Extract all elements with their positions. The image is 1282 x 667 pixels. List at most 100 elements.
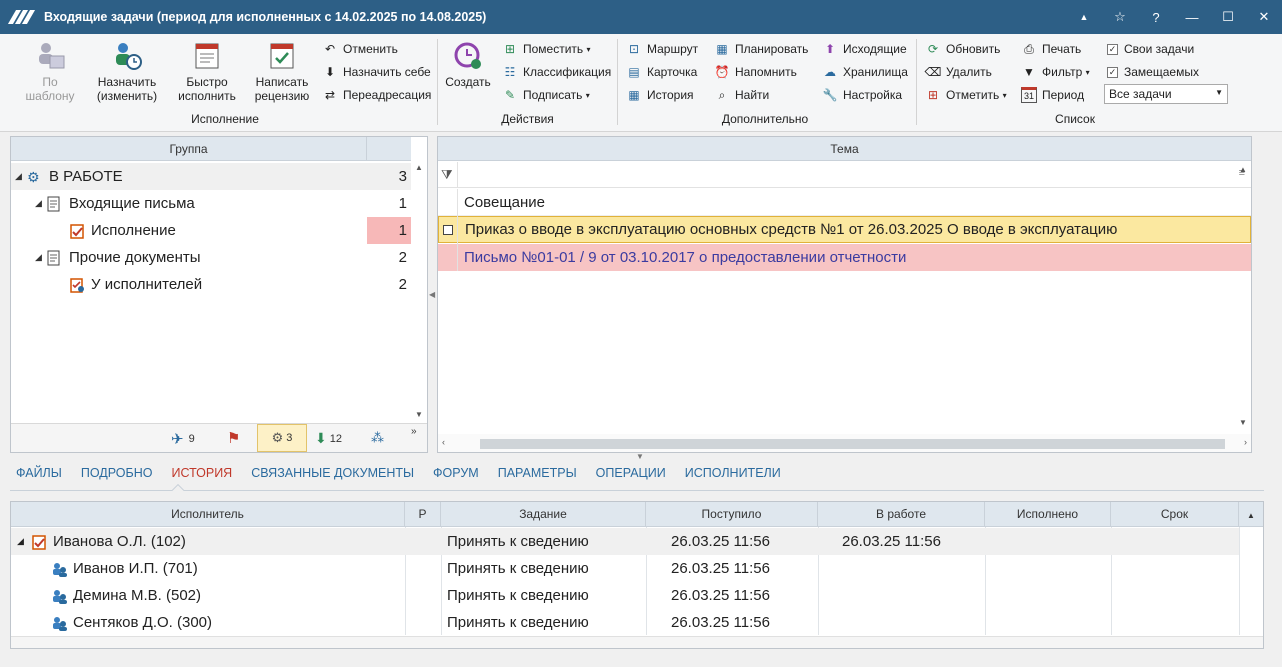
downloads-counter[interactable]: ⬇ 12 (315, 430, 342, 447)
refresh-icon: ⟳ (927, 42, 939, 56)
sign-button[interactable]: ✎ Подписать ▾ (502, 85, 590, 105)
column-header-done[interactable]: Исполнено (985, 502, 1111, 527)
undo-icon: ↶ (324, 42, 336, 56)
card-button[interactable]: ▤ Карточка (626, 62, 697, 82)
history-button[interactable]: ▦ История (626, 85, 693, 105)
collapse-ribbon-button[interactable]: ▲ (1066, 0, 1102, 34)
refresh-button[interactable]: ⟳ Обновить (925, 39, 1000, 59)
scroll-thumb[interactable] (480, 439, 1225, 449)
substituted-checkbox[interactable]: ✓ Замещаемых (1107, 62, 1199, 82)
chevron-up-icon: ▲ (415, 163, 423, 172)
place-button[interactable]: ⊞ Поместить ▾ (502, 39, 591, 59)
app-logo-icon (7, 7, 36, 27)
tab-parameters[interactable]: ПАРАМЕТРЫ (492, 464, 577, 488)
flag-button[interactable]: ⚑ (227, 429, 240, 447)
splitter-arrow-icon[interactable]: ▼ (636, 452, 644, 461)
tab-related-documents[interactable]: СВЯЗАННЫЕ ДОКУМЕНТЫ (245, 464, 414, 488)
column-header-received[interactable]: Поступило (646, 502, 818, 527)
tab-forum[interactable]: ФОРУМ (427, 464, 479, 488)
horizontal-scrollbar[interactable] (11, 636, 1263, 648)
group-column-header[interactable]: Группа (11, 137, 367, 161)
quick-execute-button[interactable]: Быстро исполнить (170, 40, 244, 103)
task-filter-select[interactable]: Все задачи ▼ (1104, 84, 1228, 104)
tree-item-execution[interactable]: Исполнение 1 (11, 217, 411, 244)
filter-row: ⧩ ≡ (438, 162, 1251, 188)
cancel-button[interactable]: ↶ Отменить (322, 39, 398, 59)
redirect-button[interactable]: ⇄ Переадресация (322, 85, 431, 105)
filter-icon[interactable]: ⧩ (441, 167, 453, 183)
favorite-icon[interactable]: ☆ (1102, 0, 1138, 34)
delete-button[interactable]: ⌫ Удалить (925, 62, 992, 82)
tab-operations[interactable]: ОПЕРАЦИИ (590, 464, 666, 488)
task-row[interactable]: Письмо №01-01 / 9 от 03.10.2017 о предос… (438, 244, 1251, 271)
minimize-button[interactable]: — (1174, 0, 1210, 34)
flights-counter[interactable]: ✈ 9 (171, 430, 195, 448)
horizontal-scrollbar[interactable]: ‹ › (438, 434, 1251, 452)
overflow-button[interactable]: » (411, 426, 417, 437)
table-row[interactable] (11, 528, 1239, 555)
task-row[interactable]: Совещание (438, 189, 1251, 216)
tree-expand-icon[interactable]: ◢ (17, 528, 24, 555)
own-tasks-checkbox[interactable]: ✓ Свои задачи (1107, 39, 1194, 59)
checkbox-checked-icon: ✓ (1107, 43, 1118, 55)
group-label-execution: Исполнение (191, 112, 259, 126)
settings-button[interactable]: 🔧 Настройка (822, 85, 903, 105)
tasks-panel: Тема ⧩ ≡ Совещание Приказ о вводе в эксп… (437, 136, 1252, 453)
review-document-icon (266, 40, 298, 72)
wrench-icon: 🔧 (822, 88, 838, 102)
maximize-button[interactable]: ☐ (1210, 0, 1246, 34)
ribbon: По шаблону Назначить (изменить) Быстро и… (0, 34, 1282, 132)
user-group-icon (51, 555, 69, 582)
tree-item-at-executors[interactable]: У исполнителей 2 (11, 271, 411, 298)
window-title: Входящие задачи (период для исполненных … (44, 10, 487, 24)
column-header-in-work[interactable]: В работе (818, 502, 985, 527)
tab-files[interactable]: ФАЙЛЫ (10, 464, 62, 488)
mark-button[interactable]: ⊞ Отметить ▾ (925, 85, 1007, 105)
by-template-button[interactable]: По шаблону (18, 40, 82, 103)
write-review-button[interactable]: Написать рецензию (250, 40, 314, 103)
footprints-button[interactable]: ⁂ (371, 430, 384, 446)
cloud-icon: ☁ (824, 65, 836, 79)
tab-executors[interactable]: ИСПОЛНИТЕЛИ (679, 464, 781, 488)
flag-icon: ⚑ (227, 430, 241, 447)
column-header-deadline[interactable]: Срок (1111, 502, 1239, 527)
scrollbar[interactable]: ▲ ▼ (411, 137, 427, 421)
task-row[interactable]: Приказ о вводе в эксплуатацию основных с… (438, 216, 1251, 243)
help-button[interactable]: ? (1138, 0, 1174, 34)
remind-button[interactable]: ⏰ Напомнить (714, 62, 797, 82)
tree-item-in-work[interactable]: ◢ ⚙ В РАБОТЕ 3 (11, 163, 411, 190)
create-button[interactable]: Создать (442, 40, 494, 89)
column-header-task[interactable]: Задание (441, 502, 646, 527)
document-icon (47, 196, 63, 212)
classify-button[interactable]: ☷ Классификация (502, 62, 612, 82)
close-button[interactable]: ✕ (1246, 0, 1282, 34)
settings-counter[interactable]: ⚙ 3 (257, 424, 307, 452)
print-button[interactable]: ⎙ Печать (1021, 39, 1081, 59)
plan-button[interactable]: ▦ Планировать (714, 39, 808, 59)
vertical-scrollbar[interactable]: ▲ ▼ (1235, 162, 1251, 430)
route-button[interactable]: ⊡ Маршрут (626, 39, 698, 59)
airplane-icon: ✈ (171, 431, 184, 448)
printer-icon: ⎙ (1024, 41, 1034, 56)
task-check-icon (31, 528, 47, 555)
column-header-r[interactable]: Р (405, 502, 441, 527)
assign-button[interactable]: Назначить (изменить) (90, 40, 164, 103)
overflow-icon: » (411, 426, 417, 437)
detail-tabs: ФАЙЛЫ ПОДРОБНО ИСТОРИЯ СВЯЗАННЫЕ ДОКУМЕН… (10, 464, 794, 488)
filter-button[interactable]: ▼ Фильтр ▾ (1021, 62, 1090, 82)
assign-self-button[interactable]: ⬇ Назначить себе (322, 62, 431, 82)
storage-button[interactable]: ☁ Хранилища (822, 62, 908, 82)
column-header-executor[interactable]: Исполнитель (11, 502, 405, 527)
user-group-icon (51, 609, 69, 636)
splitter-arrow-icon[interactable]: ◀ (429, 290, 435, 299)
tab-details[interactable]: ПОДРОБНО (75, 464, 153, 488)
outgoing-button[interactable]: ⬆ Исходящие (822, 39, 907, 59)
find-button[interactable]: ⌕ Найти (714, 85, 770, 105)
footprints-icon: ⁂ (371, 430, 384, 445)
tree-item-incoming-letters[interactable]: ◢ Входящие письма 1 (11, 190, 411, 217)
theme-column-header[interactable]: Тема (438, 137, 1251, 161)
chevron-up-icon: ▲ (1247, 511, 1255, 520)
left-status-bar: ✈ 9 ⚑ ⚙ 3 ⬇ 12 ⁂ » (11, 423, 427, 452)
period-button[interactable]: 31 Период (1021, 85, 1084, 105)
tree-item-other-docs[interactable]: ◢ Прочие документы 2 (11, 244, 411, 271)
